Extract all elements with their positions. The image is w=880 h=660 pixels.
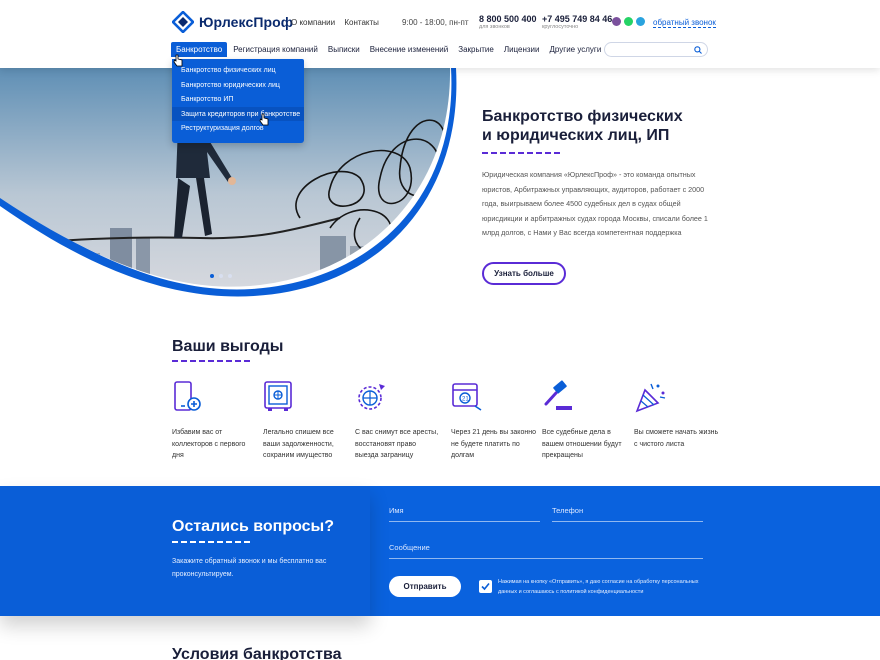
hero-section [0, 68, 880, 298]
party-popper-icon [635, 383, 666, 413]
hero-image [0, 68, 457, 297]
benefits-title-underline [172, 360, 250, 362]
benefit-item: С вас снимут все аресты, восстановят пра… [355, 380, 441, 462]
safe-icon [264, 381, 292, 411]
link-contacts[interactable]: Контакты [344, 18, 379, 27]
nav-other[interactable]: Другие услуги [546, 42, 606, 57]
logo-text: ЮрлексПроф [199, 14, 294, 30]
telegram-icon[interactable] [636, 17, 645, 26]
consent-text: Нажимая на кнопку «Отправить», я даю сог… [498, 579, 699, 595]
hero-title: Банкротство физических и юридических лиц… [482, 108, 683, 144]
benefit-text: Избавим вас от коллекторов с первого дня [172, 429, 246, 459]
working-hours: 9:00 - 18:00, пн-пт [402, 18, 469, 27]
slider-dot[interactable] [210, 274, 214, 278]
dropdown-item-ip[interactable]: Банкротство ИП [172, 92, 304, 107]
top-nav: О компании Контакты [291, 18, 386, 27]
viber-icon[interactable] [612, 17, 621, 26]
dropdown-item-restructuring[interactable]: Реструктуризация долгов [172, 121, 304, 136]
site-header: ЮрлексПроф О компании Контакты 9:00 - 18… [0, 0, 880, 68]
phone-number: 8 800 500 400 [479, 14, 537, 24]
phone-label: Телефон [552, 506, 584, 515]
slider-dot[interactable] [228, 274, 232, 278]
benefit-item: 21 Через 21 день вы законно не будете пл… [451, 380, 537, 462]
page: Банкротство физических и юридических лиц… [0, 0, 880, 660]
slider-dots [210, 274, 232, 278]
nav-registration[interactable]: Регистрация компаний [229, 42, 322, 57]
phone-field[interactable]: Телефон [552, 506, 703, 522]
main-nav: Банкротство Регистрация компаний Выписки… [171, 42, 607, 57]
phone-number: +7 495 749 84 46 [542, 14, 613, 24]
phone-note: круглосуточно [542, 24, 579, 30]
benefit-text: Через 21 день вы законно не будете плати… [451, 429, 536, 459]
slider-dot[interactable] [219, 274, 223, 278]
conditions-title: Условия банкротства [172, 646, 342, 660]
phone-block-icon [174, 381, 201, 411]
benefit-text: Все судебные дела в вашем отношении буду… [542, 429, 622, 459]
name-field[interactable]: Имя [389, 506, 540, 522]
benefit-item: Легально спишем все ваши задолженности, … [263, 380, 349, 462]
contact-intro-panel [0, 486, 370, 616]
search-input[interactable] [604, 42, 708, 57]
link-about[interactable]: О компании [291, 18, 335, 27]
benefit-text: Вы сможете начать жизнь с чистого листа [634, 429, 719, 448]
nav-closing[interactable]: Закрытие [454, 42, 498, 57]
messenger-icons [612, 17, 645, 26]
phone-247[interactable]: +7 495 749 84 46 круглосуточно [542, 15, 612, 31]
learn-more-button[interactable]: Узнать больше [482, 262, 566, 285]
message-label: Сообщение [389, 543, 430, 552]
gavel-icon [544, 380, 572, 410]
dropdown-item-legal[interactable]: Банкротство юридических лиц [172, 78, 304, 93]
whatsapp-icon[interactable] [624, 17, 633, 26]
dropdown-item-creditors[interactable]: Защита кредиторов при банкротстве [172, 106, 304, 121]
hand-cursor-icon [173, 54, 183, 67]
phone-free[interactable]: 8 800 500 400 для звонков [479, 15, 537, 31]
benefits-title: Ваши выгоды [172, 338, 284, 355]
benefit-text: Легально спишем все ваши задолженности, … [263, 429, 334, 459]
message-field[interactable]: Сообщение [389, 543, 703, 559]
benefit-item: Избавим вас от коллекторов с первого дня [172, 380, 258, 462]
bankruptcy-dropdown: Банкротство физических лиц Банкротство ю… [172, 59, 304, 143]
contact-title-underline [172, 541, 250, 543]
globe-plane-icon [358, 384, 385, 410]
phone-note: для звонков [479, 24, 510, 30]
svg-text:21: 21 [462, 397, 469, 403]
benefit-item: Вы сможете начать жизнь с чистого листа [634, 380, 720, 450]
consent-checkbox[interactable] [479, 580, 492, 593]
search-icon[interactable] [694, 46, 702, 54]
logo-icon [172, 11, 194, 33]
benefit-item: Все судебные дела в вашем отношении буду… [542, 380, 628, 462]
calendar-21-icon: 21 [452, 383, 482, 411]
hero-title-underline [482, 152, 560, 154]
hero-description: Юридическая компания «ЮрлексПроф» - это … [482, 170, 708, 238]
benefit-text: С вас снимут все аресты, восстановят пра… [355, 429, 439, 459]
contact-title: Остались вопросы? [172, 518, 334, 535]
submit-button[interactable]: Отправить [389, 576, 461, 597]
logo[interactable]: ЮрлексПроф [172, 11, 293, 33]
nav-licenses[interactable]: Лицензии [500, 42, 544, 57]
nav-changes[interactable]: Внесение изменений [366, 42, 453, 57]
check-icon [481, 582, 490, 591]
nav-extracts[interactable]: Выписки [324, 42, 364, 57]
hand-cursor-icon [259, 113, 269, 126]
name-label: Имя [389, 506, 404, 515]
contact-subtitle: Закажите обратный звонок и мы бесплатно … [172, 558, 327, 578]
callback-link[interactable]: обратный звонок [653, 18, 716, 28]
dropdown-item-individuals[interactable]: Банкротство физических лиц [172, 63, 304, 78]
